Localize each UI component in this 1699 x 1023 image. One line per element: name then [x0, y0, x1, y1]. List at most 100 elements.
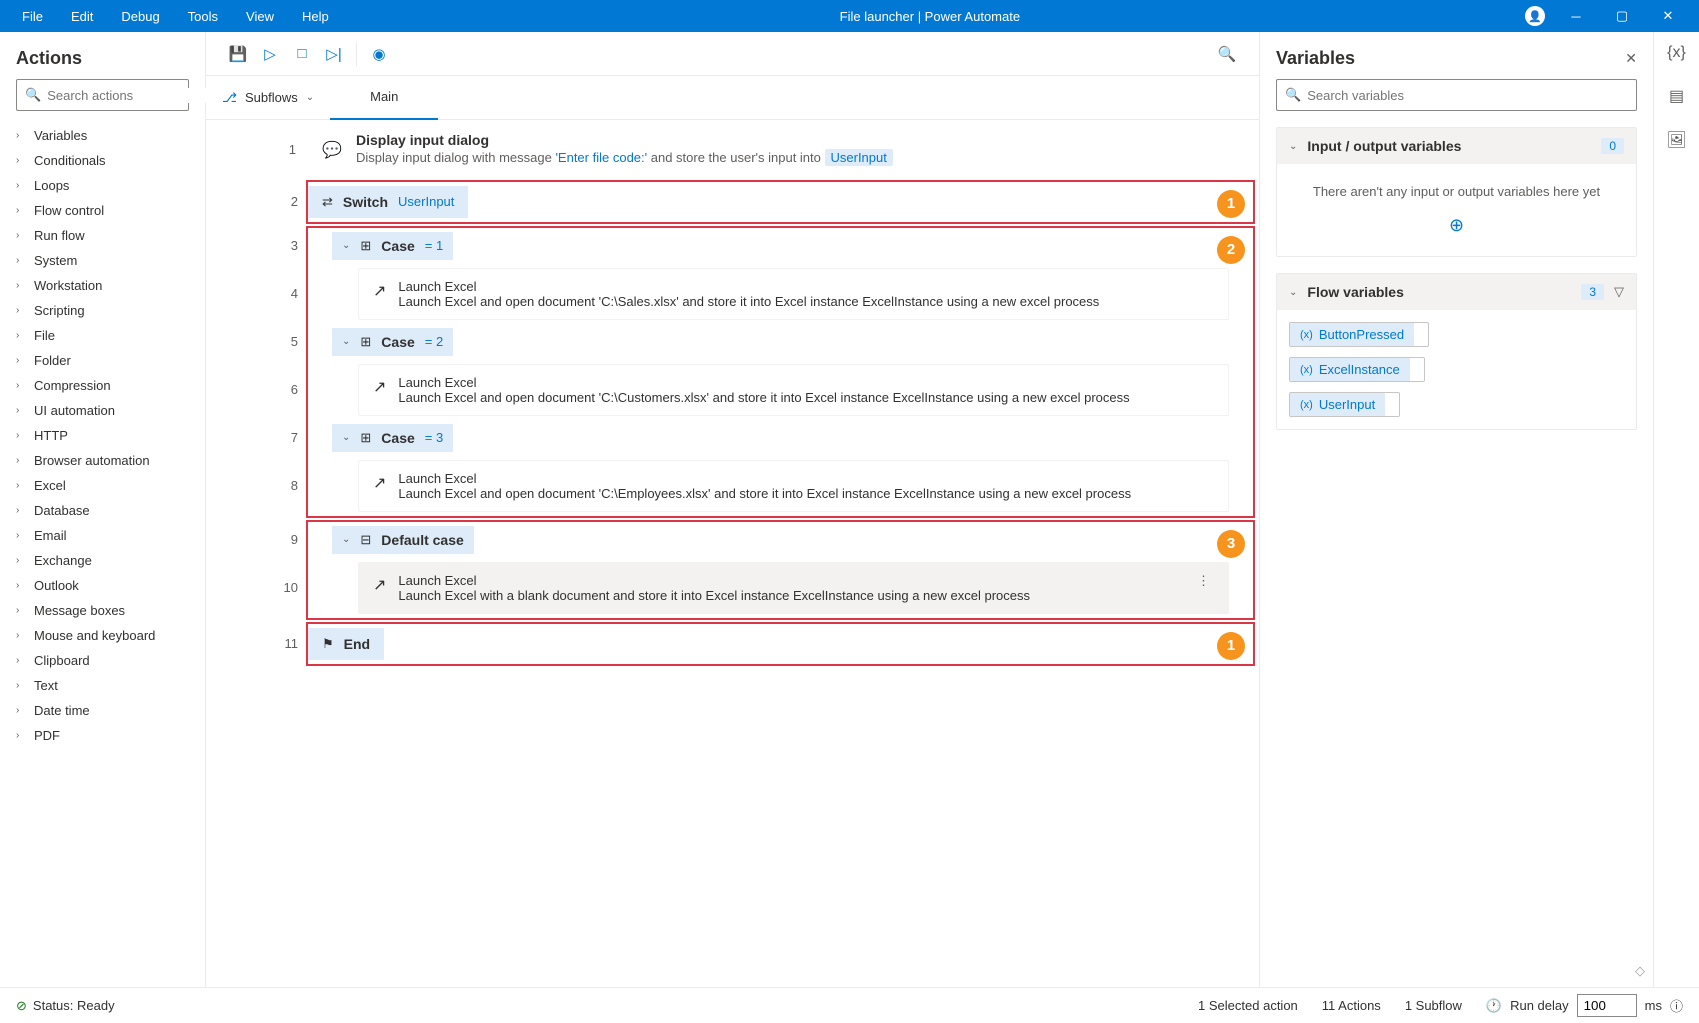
user-area[interactable]: 👤 [1517, 6, 1553, 26]
main-menu: File Edit Debug Tools View Help [8, 3, 343, 30]
io-variables-body: There aren't any input or output variabl… [1277, 164, 1636, 256]
close-button[interactable]: ✕ [1645, 0, 1691, 32]
actions-search[interactable]: 🔍 [16, 79, 189, 111]
action-case-2[interactable]: ⌄ ⊞ Case = 2 [332, 328, 453, 356]
menu-view[interactable]: View [232, 3, 288, 30]
line-number: 7 [208, 420, 308, 456]
cat-message-boxes[interactable]: ›Message boxes [0, 598, 205, 623]
run-delay-input[interactable] [1577, 994, 1637, 1017]
action-display-input-dialog[interactable]: 💬 Display input dialog Display input dia… [306, 124, 1239, 176]
cat-email[interactable]: ›Email [0, 523, 205, 548]
action-launch-excel-default[interactable]: ↗ Launch Excel Launch Excel with a blank… [358, 562, 1229, 614]
io-variables-header[interactable]: ⌄ Input / output variables 0 [1277, 128, 1636, 164]
cat-browser-automation[interactable]: ›Browser automation [0, 448, 205, 473]
cat-scripting[interactable]: ›Scripting [0, 298, 205, 323]
action-description: Launch Excel with a blank document and s… [398, 588, 1181, 603]
action-launch-excel-1[interactable]: ↗ Launch Excel Launch Excel and open doc… [358, 268, 1229, 320]
cat-database[interactable]: ›Database [0, 498, 205, 523]
line-number: 5 [208, 324, 308, 360]
action-launch-excel-2[interactable]: ↗ Launch Excel Launch Excel and open doc… [358, 364, 1229, 416]
run-button[interactable]: ▷ [254, 38, 286, 70]
toolbar: 💾 ▷ □ ▷| ◉ 🔍 [206, 32, 1259, 76]
line-number: 6 [208, 360, 308, 420]
cat-loops[interactable]: ›Loops [0, 173, 205, 198]
search-flow-button[interactable]: 🔍 [1211, 38, 1243, 70]
chevron-right-icon: › [16, 380, 24, 391]
filter-icon[interactable]: ▽ [1614, 284, 1624, 300]
variables-search[interactable]: 🔍 [1276, 79, 1637, 111]
cat-label: Mouse and keyboard [34, 628, 155, 643]
minimize-button[interactable]: ─ [1553, 0, 1599, 32]
cat-run-flow[interactable]: ›Run flow [0, 223, 205, 248]
action-description: Launch Excel and open document 'C:\Sales… [398, 294, 1214, 309]
action-description: Launch Excel and open document 'C:\Emplo… [398, 486, 1214, 501]
images-tab-icon[interactable]: 🖼 [1666, 130, 1686, 150]
actions-search-input[interactable] [47, 88, 223, 103]
subflows-dropdown[interactable]: ⎇ Subflows ⌄ [206, 90, 330, 106]
variables-tab-icon[interactable]: {x} [1667, 44, 1686, 62]
eraser-icon[interactable]: ◇ [1635, 963, 1645, 979]
chevron-down-icon[interactable]: ⌄ [342, 432, 350, 443]
action-menu-icon[interactable]: ⋮ [1193, 573, 1214, 589]
action-default-case[interactable]: ⌄ ⊟ Default case [332, 526, 474, 554]
flow-variables-header[interactable]: ⌄ Flow variables 3 ▽ [1277, 274, 1636, 310]
tab-main[interactable]: Main [330, 76, 438, 120]
variable-excelinstance[interactable]: (x)ExcelInstance [1289, 357, 1425, 382]
cat-variables[interactable]: ›Variables [0, 123, 205, 148]
cat-system[interactable]: ›System [0, 248, 205, 273]
variable-userinput[interactable]: (x)UserInput [1289, 392, 1400, 417]
chevron-right-icon: › [16, 505, 24, 516]
search-icon: 🔍 [25, 87, 41, 103]
menu-help[interactable]: Help [288, 3, 343, 30]
cat-text[interactable]: ›Text [0, 673, 205, 698]
ui-elements-tab-icon[interactable]: ▤ [1669, 86, 1684, 106]
variables-search-input[interactable] [1307, 88, 1628, 103]
cat-folder[interactable]: ›Folder [0, 348, 205, 373]
cat-exchange[interactable]: ›Exchange [0, 548, 205, 573]
action-case-1[interactable]: ⌄ ⊞ Case = 1 [332, 232, 453, 260]
save-button[interactable]: 💾 [222, 38, 254, 70]
cat-label: Conditionals [34, 153, 106, 168]
menu-file[interactable]: File [8, 3, 57, 30]
cat-mouse-keyboard[interactable]: ›Mouse and keyboard [0, 623, 205, 648]
cat-file[interactable]: ›File [0, 323, 205, 348]
cat-excel[interactable]: ›Excel [0, 473, 205, 498]
action-title: Launch Excel [398, 573, 1181, 588]
action-end[interactable]: ⚑ End [308, 628, 384, 660]
cat-compression[interactable]: ›Compression [0, 373, 205, 398]
cat-date-time[interactable]: ›Date time [0, 698, 205, 723]
cat-clipboard[interactable]: ›Clipboard [0, 648, 205, 673]
cat-http[interactable]: ›HTTP [0, 423, 205, 448]
chevron-right-icon: › [16, 330, 24, 341]
info-icon[interactable]: ⓘ [1670, 996, 1683, 1015]
menu-debug[interactable]: Debug [107, 3, 173, 30]
variable-icon: (x) [1300, 329, 1313, 341]
cat-conditionals[interactable]: ›Conditionals [0, 148, 205, 173]
chevron-down-icon[interactable]: ⌄ [342, 240, 350, 251]
io-variables-title: Input / output variables [1307, 138, 1591, 154]
chevron-down-icon[interactable]: ⌄ [342, 534, 350, 545]
close-variables-button[interactable]: ✕ [1625, 50, 1637, 67]
add-io-variable-button[interactable]: ⊕ [1289, 215, 1624, 236]
maximize-button[interactable]: ▢ [1599, 0, 1645, 32]
cat-ui-automation[interactable]: ›UI automation [0, 398, 205, 423]
launch-icon: ↗ [373, 281, 386, 301]
menu-edit[interactable]: Edit [57, 3, 107, 30]
cat-flow-control[interactable]: ›Flow control [0, 198, 205, 223]
action-launch-excel-3[interactable]: ↗ Launch Excel Launch Excel and open doc… [358, 460, 1229, 512]
switch-var: UserInput [398, 194, 454, 209]
action-case-3[interactable]: ⌄ ⊞ Case = 3 [332, 424, 453, 452]
cat-pdf[interactable]: ›PDF [0, 723, 205, 748]
action-switch[interactable]: ⇄ Switch UserInput [308, 186, 468, 218]
cat-outlook[interactable]: ›Outlook [0, 573, 205, 598]
chevron-down-icon[interactable]: ⌄ [342, 336, 350, 347]
variable-buttonpressed[interactable]: (x)ButtonPressed [1289, 322, 1429, 347]
menu-tools[interactable]: Tools [174, 3, 232, 30]
flow-canvas[interactable]: 1 💬 Display input dialog Display input d… [206, 120, 1259, 987]
cat-workstation[interactable]: ›Workstation [0, 273, 205, 298]
selected-count: 1 Selected action [1198, 998, 1298, 1013]
record-button[interactable]: ◉ [363, 38, 395, 70]
stop-button[interactable]: □ [286, 38, 318, 70]
line-number: 8 [208, 456, 308, 516]
step-button[interactable]: ▷| [318, 38, 350, 70]
